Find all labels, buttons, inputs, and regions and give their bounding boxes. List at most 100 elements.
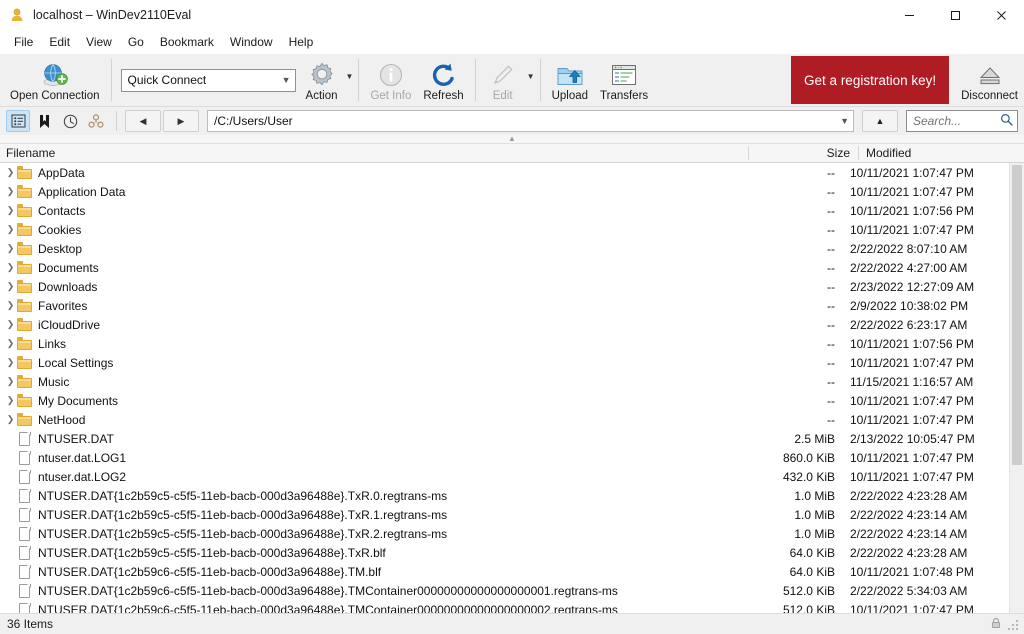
file-name: NTUSER.DAT{1c2b59c5-c5f5-11eb-bacb-000d3… [38,527,447,541]
table-row[interactable]: ❯NTUSER.DAT{1c2b59c6-c5f5-11eb-bacb-000d… [0,562,1009,581]
file-name: NTUSER.DAT [38,432,114,446]
scrollbar-thumb[interactable] [1012,165,1022,465]
expand-chevron-icon[interactable]: ❯ [4,395,17,406]
panel-collapse-strip[interactable]: ▲ [0,135,1024,144]
file-modified-cell: 10/11/2021 1:07:47 PM [843,413,991,427]
menu-item-help[interactable]: Help [281,32,322,52]
table-row[interactable]: ❯NTUSER.DAT{1c2b59c6-c5f5-11eb-bacb-000d… [0,581,1009,600]
table-row[interactable]: ❯My Documents--10/11/2021 1:07:47 PM [0,391,1009,410]
expand-chevron-icon[interactable]: ❯ [4,357,17,368]
file-name-cell: ❯NTUSER.DAT{1c2b59c6-c5f5-11eb-bacb-000d… [0,565,733,579]
resize-grip[interactable] [1008,618,1020,630]
back-button[interactable]: ◀ [125,110,161,132]
table-row[interactable]: ❯iCloudDrive--2/22/2022 6:23:17 AM [0,315,1009,334]
menu-item-file[interactable]: File [6,32,41,52]
menu-item-view[interactable]: View [78,32,120,52]
table-row[interactable]: ❯NetHood--10/11/2021 1:07:47 PM [0,410,1009,429]
file-name-cell: ❯iCloudDrive [0,318,733,332]
table-row[interactable]: ❯Favorites--2/9/2022 10:38:02 PM [0,296,1009,315]
row-indent-spacer: ❯ [4,528,17,539]
file-name: Cookies [38,223,81,237]
table-row[interactable]: ❯Music--11/15/2021 1:16:57 AM [0,372,1009,391]
get-info-button[interactable]: Get Info [364,55,417,106]
maximize-button[interactable] [932,0,978,30]
table-row[interactable]: ❯NTUSER.DAT2.5 MiB2/13/2022 10:05:47 PM [0,429,1009,448]
table-row[interactable]: ❯NTUSER.DAT{1c2b59c5-c5f5-11eb-bacb-000d… [0,505,1009,524]
upload-label: Upload [552,90,588,102]
expand-chevron-icon[interactable]: ❯ [4,167,17,178]
close-button[interactable] [978,0,1024,30]
edit-button[interactable]: Edit [481,55,525,106]
item-count-label: 36 Items [7,617,53,631]
table-row[interactable]: ❯AppData--10/11/2021 1:07:47 PM [0,163,1009,182]
menu-item-window[interactable]: Window [222,32,281,52]
minimize-button[interactable] [886,0,932,30]
table-row[interactable]: ❯NTUSER.DAT{1c2b59c5-c5f5-11eb-bacb-000d… [0,543,1009,562]
column-header-modified[interactable]: Modified [858,146,1006,160]
table-row[interactable]: ❯ntuser.dat.LOG1860.0 KiB10/11/2021 1:07… [0,448,1009,467]
table-row[interactable]: ❯ NTUSER.DAT{1c2b59c5-c5f5-11eb-bacb-000d… [0,524,1009,543]
column-header-size[interactable]: Size [748,146,858,160]
expand-chevron-icon[interactable]: ❯ [4,300,17,311]
expand-chevron-icon[interactable]: ❯ [4,224,17,235]
expand-chevron-icon[interactable]: ❯ [4,376,17,387]
file-name: AppData [38,166,85,180]
table-row[interactable]: ❯ntuser.dat.LOG2432.0 KiB10/11/2021 1:07… [0,467,1009,486]
expand-chevron-icon[interactable]: ❯ [4,243,17,254]
upload-button[interactable]: Upload [546,55,594,106]
table-row[interactable]: ❯Downloads--2/23/2022 12:27:09 AM [0,277,1009,296]
network-peers-icon[interactable] [84,110,108,132]
forward-button[interactable]: ▶ [163,110,199,132]
browser-view-toggle-icon[interactable] [6,110,30,132]
file-list[interactable]: ❯ AppData -- 10/11/2021 1:07:47 PM ❯Applicat… [0,163,1009,613]
edit-dropdown-caret-icon[interactable]: ▼ [527,72,535,81]
refresh-button[interactable]: Refresh [417,55,469,106]
file-modified-cell: 10/11/2021 1:07:47 PM [843,603,991,614]
search-input[interactable]: Search... [906,110,1018,132]
folder-icon [17,204,33,217]
disconnect-button[interactable]: Disconnect [955,55,1024,106]
table-row[interactable]: ❯Links--10/11/2021 1:07:56 PM [0,334,1009,353]
table-row[interactable]: ❯Desktop--2/22/2022 8:07:10 AM [0,239,1009,258]
open-connection-button[interactable]: Open Connection [4,55,106,106]
folder-icon [17,318,33,331]
action-button[interactable]: Action [300,55,344,106]
table-row[interactable]: ❯Cookies--10/11/2021 1:07:47 PM [0,220,1009,239]
parent-directory-button[interactable]: ▲ [862,110,898,132]
expand-chevron-icon[interactable]: ❯ [4,205,17,216]
table-row[interactable]: ❯Application Data--10/11/2021 1:07:47 PM [0,182,1009,201]
table-row[interactable]: ❯NTUSER.DAT{1c2b59c5-c5f5-11eb-bacb-000d… [0,486,1009,505]
menu-item-edit[interactable]: Edit [41,32,78,52]
file-modified-cell: 10/11/2021 1:07:56 PM [843,337,991,351]
column-header-filename[interactable]: Filename [0,146,748,160]
expand-chevron-icon[interactable]: ❯ [4,186,17,197]
folder-icon [17,261,33,274]
history-clock-icon[interactable] [58,110,82,132]
expand-chevron-icon[interactable]: ❯ [4,281,17,292]
document-icon [17,565,33,579]
path-chevron-down-icon[interactable]: ▼ [840,116,849,126]
table-row[interactable]: ❯NTUSER.DAT{1c2b59c6-c5f5-11eb-bacb-000d… [0,600,1009,613]
expand-chevron-icon[interactable]: ❯ [4,414,17,425]
row-indent-spacer: ❯ [4,433,17,444]
table-row[interactable]: ❯Contacts--10/11/2021 1:07:56 PM [0,201,1009,220]
expand-chevron-icon[interactable]: ❯ [4,262,17,273]
action-label: Action [306,90,338,102]
bookmark-icon[interactable] [32,110,56,132]
menu-item-bookmark[interactable]: Bookmark [152,32,222,52]
quick-connect-dropdown[interactable]: Quick Connect ▼ [121,69,296,92]
table-row[interactable]: ❯Local Settings--10/11/2021 1:07:47 PM [0,353,1009,372]
table-row[interactable]: ❯Documents--2/22/2022 4:27:00 AM [0,258,1009,277]
menu-item-go[interactable]: Go [120,32,152,52]
refresh-label: Refresh [423,90,463,102]
registration-key-banner[interactable]: Get a registration key! [791,56,949,104]
transfers-button[interactable]: Transfers [594,55,654,106]
expand-chevron-icon[interactable]: ❯ [4,319,17,330]
expand-chevron-icon[interactable]: ❯ [4,338,17,349]
path-input[interactable]: /C:/Users/User ▼ [207,110,854,132]
file-size-cell: 1.0 MiB [733,508,843,522]
file-size-cell: -- [733,166,843,180]
file-name: NTUSER.DAT{1c2b59c5-c5f5-11eb-bacb-000d3… [38,508,447,522]
vertical-scrollbar[interactable] [1009,163,1024,613]
action-dropdown-caret-icon[interactable]: ▼ [346,72,354,81]
